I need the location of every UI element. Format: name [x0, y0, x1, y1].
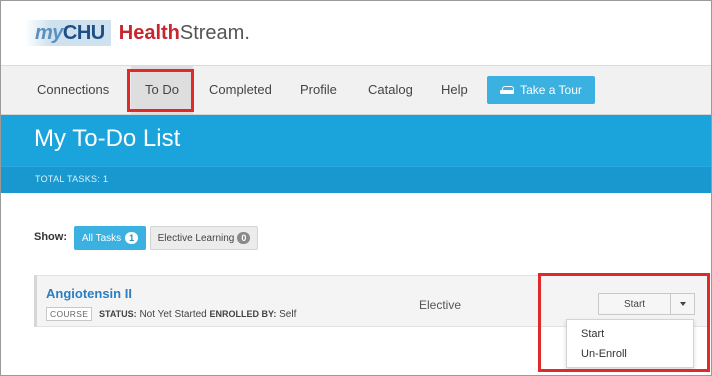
- mychu-healthstream-logo[interactable]: my CHU HealthStream.: [25, 19, 250, 47]
- logo-my-text: my: [35, 21, 63, 44]
- action-highlight-box: [538, 273, 710, 372]
- status-label: STATUS:: [99, 309, 137, 319]
- filter-all-tasks-button[interactable]: All Tasks 1: [74, 226, 146, 250]
- course-type-tag: COURSE: [46, 307, 93, 321]
- total-tasks: TOTAL TASKS: 1: [35, 174, 108, 184]
- mychu-logo: my CHU: [25, 20, 111, 46]
- filter-all-tasks-label: All Tasks: [81, 232, 122, 244]
- total-tasks-count: 1: [102, 174, 109, 184]
- task-title-link[interactable]: Angiotensin II: [46, 286, 132, 301]
- enrolled-by-value: Self: [279, 309, 297, 320]
- todo-highlight-box: [127, 69, 194, 112]
- healthstream-logo: HealthStream.: [119, 22, 250, 45]
- logo-stream-text: Stream.: [179, 21, 250, 44]
- page-title: My To-Do List: [34, 125, 181, 152]
- all-tasks-count-badge: 1: [125, 232, 139, 244]
- task-meta: STATUS: Not Yet Started ENROLLED BY: Sel…: [99, 307, 296, 322]
- take-a-tour-button[interactable]: Take a Tour: [487, 76, 595, 104]
- show-label: Show:: [34, 231, 67, 243]
- main-nav: Connections To Do Completed Profile Cata…: [1, 65, 711, 115]
- logo-health-text: Health: [118, 21, 180, 44]
- nav-help[interactable]: Help: [441, 66, 468, 114]
- nav-profile[interactable]: Profile: [300, 66, 337, 114]
- task-category: Elective: [419, 298, 462, 312]
- status-value: Not Yet Started: [139, 309, 207, 320]
- car-icon: [500, 85, 515, 95]
- nav-connections[interactable]: Connections: [37, 66, 109, 114]
- take-a-tour-label: Take a Tour: [520, 83, 582, 97]
- nav-completed[interactable]: Completed: [209, 66, 272, 114]
- elective-count-badge: 0: [237, 232, 251, 244]
- app-header: my CHU HealthStream.: [1, 1, 711, 65]
- enrolled-by-label: ENROLLED BY:: [209, 309, 277, 319]
- total-tasks-label: TOTAL TASKS:: [35, 174, 101, 184]
- nav-catalog[interactable]: Catalog: [368, 66, 413, 114]
- filter-elective-label: Elective Learning: [157, 232, 235, 244]
- total-tasks-bar: TOTAL TASKS: 1: [1, 166, 711, 193]
- logo-chu-text: CHU: [62, 21, 105, 44]
- filter-elective-learning-button[interactable]: Elective Learning 0: [150, 226, 258, 250]
